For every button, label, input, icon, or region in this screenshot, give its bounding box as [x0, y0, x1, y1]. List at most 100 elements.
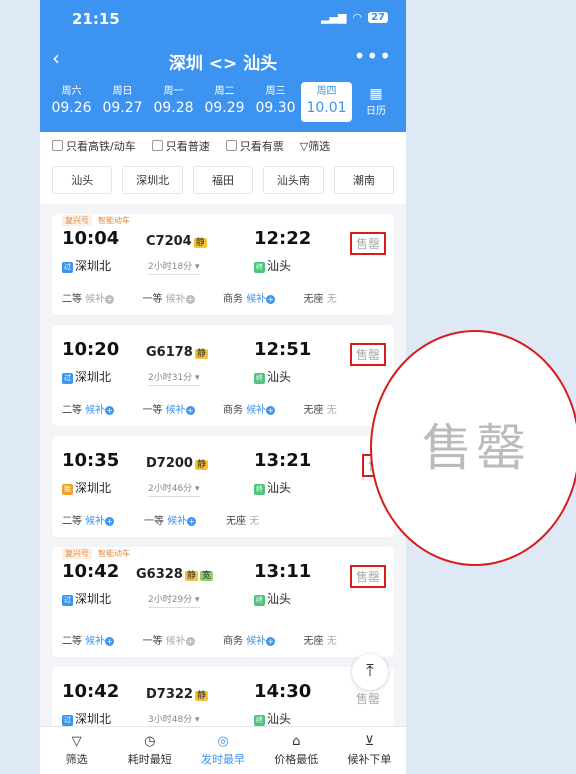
date-tab[interactable]: 周一 09.28: [148, 82, 199, 117]
date-selector: 周六 09.26 周日 09.27 周一 09.28 周二 09.29 周三 09.30 …: [40, 82, 406, 130]
funnel-icon: ▽: [71, 734, 82, 749]
tab-filter[interactable]: ▽ 筛选: [40, 727, 113, 774]
more-icon[interactable]: •••: [354, 44, 392, 68]
train-number: C7204: [146, 234, 192, 249]
seat-option[interactable]: 一等 候补+: [143, 401, 224, 416]
signal-icon: ▂▄▆: [321, 11, 347, 24]
departure-time: 10:35: [62, 450, 120, 471]
date-tab-selected[interactable]: 周四 10.01: [301, 82, 352, 122]
train-number: G6328: [136, 567, 183, 582]
from-station: 深圳北: [75, 592, 112, 606]
to-station: 汕头: [267, 259, 292, 273]
seat-option[interactable]: 二等 候补+: [62, 512, 144, 527]
seat-option[interactable]: 无座 无: [304, 290, 385, 305]
seat-option[interactable]: 二等 候补+: [62, 632, 143, 647]
departure-time: 10:42: [62, 561, 120, 582]
arrival-time: 13:21: [254, 450, 312, 471]
seat-option[interactable]: 商务 候补+: [223, 401, 304, 416]
seat-option[interactable]: 商务 候补+: [223, 290, 304, 305]
departure-time: 10:04: [62, 228, 120, 249]
from-station: 深圳北: [75, 712, 112, 726]
date-tab[interactable]: 周三 09.30: [250, 82, 301, 117]
pass-icon: 过: [62, 715, 73, 726]
quiet-flag: 静: [184, 571, 198, 581]
plus-icon: +: [105, 517, 115, 526]
station-chip[interactable]: 汕头南: [263, 166, 324, 194]
train-tag: 智能动车: [98, 216, 130, 225]
train-card[interactable]: 10:20 G6178 静 12:51 售罄 过深圳北 2小时31分 ▾ 终汕头 …: [52, 325, 394, 426]
terminal-icon: 终: [254, 715, 265, 726]
from-station: 深圳北: [75, 481, 112, 495]
terminal-icon: 终: [254, 484, 265, 495]
departure-time: 10:42: [62, 681, 120, 702]
station-chip[interactable]: 福田: [192, 166, 254, 194]
status-bar: 21:15 ▂▄▆ ◠ 27: [40, 0, 406, 36]
bottom-tab-bar: ▽ 筛选 ◷ 耗时最短 ◎ 发时最早 ⌂ 价格最低 ⊻ 候补下单: [40, 726, 406, 774]
status-badge: 售罄: [349, 232, 386, 255]
filter-high-speed[interactable]: 只看高铁/动车: [52, 138, 136, 154]
station-chip[interactable]: 潮南: [333, 166, 395, 194]
filter-button[interactable]: ▽筛选: [300, 138, 330, 154]
plus-icon: +: [266, 637, 276, 646]
plus-icon: +: [105, 637, 115, 646]
wide-flag: 宽: [199, 571, 213, 581]
station-chip[interactable]: 汕头: [52, 166, 113, 194]
checkbox-icon: [151, 140, 163, 151]
clock-24-icon: ◎: [217, 734, 229, 749]
tab-shortest[interactable]: ◷ 耗时最短: [113, 727, 186, 774]
seat-option[interactable]: 一等 候补+: [143, 290, 224, 305]
duration: 2小时46分: [148, 484, 193, 494]
tab-cheapest[interactable]: ⌂ 价格最低: [260, 727, 333, 774]
zoom-text: 售罄: [422, 419, 530, 477]
seat-option[interactable]: 一等 候补+: [144, 512, 226, 527]
train-card[interactable]: 复兴号 智能动车 10:42 G6328 静宽 13:11 售罄 过深圳北 2小时2…: [52, 547, 394, 657]
terminal-icon: 终: [254, 373, 265, 384]
train-card[interactable]: 复兴号 智能动车 10:04 C7204 静 12:22 售罄 过深圳北 2小时18…: [52, 214, 394, 315]
arrival-time: 12:22: [254, 228, 312, 249]
seat-option[interactable]: 二等 候补+: [62, 290, 143, 305]
duration: 2小时18分: [148, 262, 193, 272]
train-card[interactable]: 10:35 D7200静 13:21 售 始深圳北 2小时46分 ▾ 终汕头 二…: [52, 436, 394, 537]
clock-icon: ◷: [144, 734, 156, 749]
arrival-time: 12:51: [254, 339, 312, 360]
calendar-button[interactable]: ▦ 日历: [352, 82, 400, 117]
quiet-flag: 静: [194, 349, 208, 359]
seat-option[interactable]: 商务 候补+: [223, 632, 304, 647]
tab-earliest[interactable]: ◎ 发时最早: [186, 727, 259, 774]
pass-icon: 过: [62, 595, 73, 606]
date-tab[interactable]: 周日 09.27: [97, 82, 148, 117]
station-filter: 汕头 深圳北 福田 汕头南 潮南: [40, 160, 406, 204]
duration: 2小时31分: [148, 373, 193, 383]
seat-option[interactable]: 一等 候补+: [143, 632, 224, 647]
to-station: 汕头: [267, 481, 292, 495]
plus-icon: +: [266, 406, 276, 415]
seat-row: 二等 候补+ 一等 候补+ 商务 候补+ 无座 无: [62, 632, 384, 647]
seat-option[interactable]: 二等 候补+: [62, 401, 143, 416]
seat-row: 二等 候补+ 一等 候补+ 商务 候补+ 无座 无: [62, 401, 384, 416]
seat-option[interactable]: 无座 无: [226, 512, 308, 527]
tab-waitlist[interactable]: ⊻ 候补下单: [333, 727, 406, 774]
date-tab[interactable]: 周二 09.29: [199, 82, 250, 117]
checkbox-icon: [225, 140, 237, 151]
filter-available[interactable]: 只看有票: [225, 138, 284, 154]
seat-option[interactable]: 无座 无: [304, 632, 385, 647]
plus-icon: +: [266, 295, 276, 304]
terminal-icon: 终: [254, 262, 265, 273]
train-number: D7200: [146, 456, 193, 471]
train-tag: 复兴号: [62, 215, 92, 226]
filter-normal[interactable]: 只看普速: [151, 138, 210, 154]
train-tag: 复兴号: [62, 548, 92, 559]
filter-bar: 只看高铁/动车 只看普速 只看有票 ▽筛选: [40, 132, 406, 160]
wifi-icon: ◠: [352, 11, 363, 24]
quiet-flag: 静: [193, 238, 207, 248]
quiet-flag: 静: [194, 691, 208, 701]
date-tab[interactable]: 周六 09.26: [46, 82, 97, 117]
plus-icon: +: [185, 406, 195, 415]
station-chip[interactable]: 深圳北: [122, 166, 183, 194]
seat-option[interactable]: 无座 无: [304, 401, 385, 416]
train-number: D7322: [146, 687, 193, 702]
duration: 2小时29分: [148, 595, 193, 605]
scroll-to-top-button[interactable]: ⤒: [352, 654, 388, 690]
train-card[interactable]: 10:42 D7322 静 14:30 售罄 过深圳北 3小时48分 ▾ 终汕头: [52, 667, 394, 726]
plus-icon: +: [187, 517, 197, 526]
